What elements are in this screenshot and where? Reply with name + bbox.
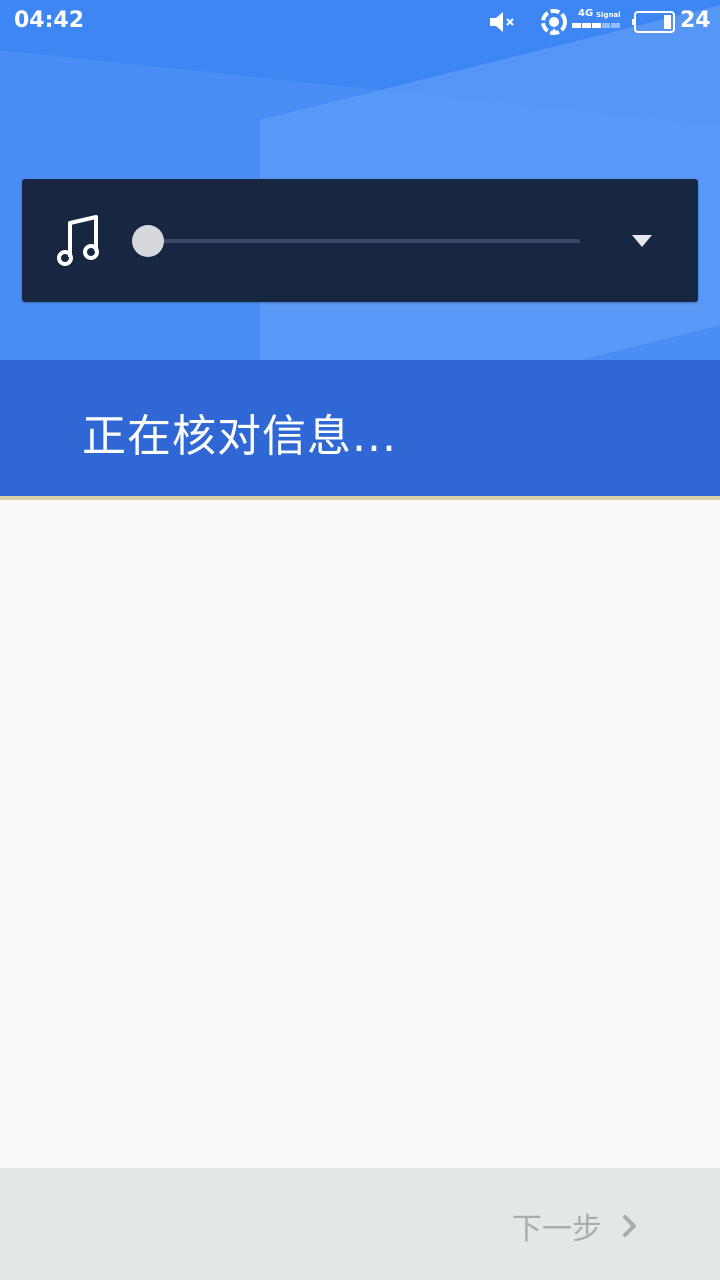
wifi-icon xyxy=(541,9,567,35)
signal-icon: 4G Signal xyxy=(572,8,624,34)
chevron-right-icon xyxy=(623,1215,636,1237)
audio-player xyxy=(22,179,698,302)
title-band-edge xyxy=(0,496,720,500)
network-type-label: 4G xyxy=(578,8,594,19)
music-note-icon xyxy=(57,215,99,266)
audio-progress-thumb[interactable] xyxy=(132,225,164,257)
battery-level: 24 xyxy=(680,8,711,33)
triangle-down-icon[interactable] xyxy=(628,229,656,253)
audio-progress-track[interactable] xyxy=(148,239,580,243)
status-time: 04:42 xyxy=(14,8,85,33)
screen: 04:42 4G Signal 24 正在核对信息... 下一步 xyxy=(0,0,720,1280)
next-button-label: 下一步 xyxy=(512,1212,602,1247)
status-bar: 04:42 4G Signal 24 xyxy=(0,0,720,44)
mute-icon xyxy=(490,12,514,32)
signal-bars xyxy=(572,23,620,28)
next-button[interactable]: 下一步 xyxy=(512,1204,640,1248)
signal-label: Signal xyxy=(596,11,621,19)
battery-icon xyxy=(632,11,675,33)
page-title: 正在核对信息... xyxy=(82,411,397,462)
bottom-bar: 下一步 xyxy=(0,1168,720,1280)
